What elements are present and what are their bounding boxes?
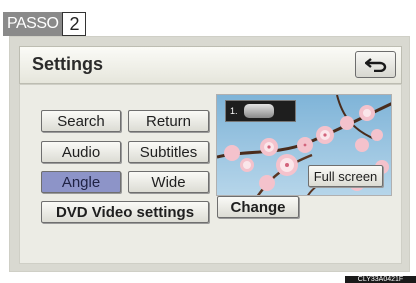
step-label: PASSO — [3, 12, 63, 36]
angle-number: 1. — [230, 106, 238, 116]
audio-button[interactable]: Audio — [41, 141, 121, 163]
return-button[interactable]: Return — [128, 110, 209, 132]
subtitles-button[interactable]: Subtitles — [128, 141, 209, 163]
return-arrow-icon — [364, 57, 386, 72]
full-screen-button[interactable]: Full screen — [308, 165, 383, 187]
angle-tag: 1. — [225, 100, 296, 122]
back-button[interactable] — [355, 51, 396, 78]
screen-header: Settings — [19, 46, 402, 84]
dvd-video-settings-button[interactable]: DVD Video settings — [41, 201, 209, 223]
search-button[interactable]: Search — [41, 110, 121, 132]
angle-button[interactable]: Angle — [41, 171, 121, 193]
step-number: 2 — [62, 12, 87, 36]
step-indicator: PASSO 2 — [3, 12, 87, 36]
wide-button[interactable]: Wide — [128, 171, 209, 193]
page-title: Settings — [32, 54, 104, 74]
image-code: CLY33A0421F — [345, 276, 416, 283]
disc-icon — [243, 104, 274, 118]
change-button[interactable]: Change — [217, 196, 299, 218]
settings-screen: Settings Search Return Audio Subtitles A… — [9, 36, 410, 272]
video-preview[interactable]: 1. Full screen — [216, 94, 392, 196]
